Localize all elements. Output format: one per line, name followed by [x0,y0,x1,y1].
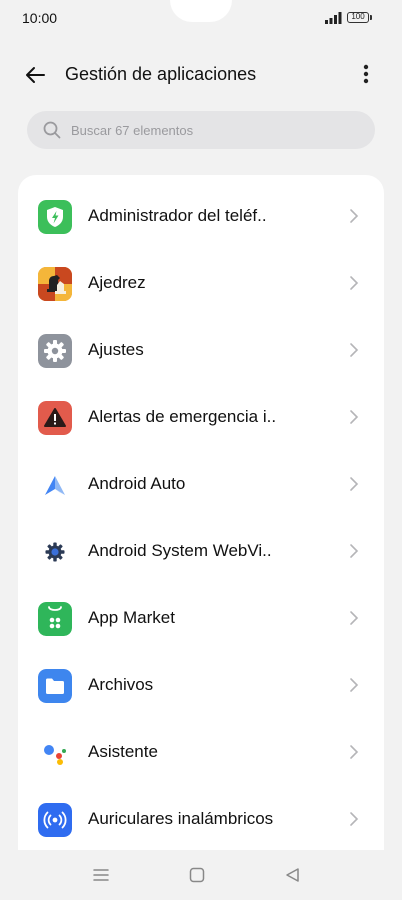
header: Gestión de aplicaciones [0,50,402,100]
chess-icon [38,267,72,301]
battery-icon: 100 [347,12,372,23]
chevron-right-icon [350,343,359,357]
search-input[interactable] [71,111,361,149]
app-label: Android System WebVi.. [88,541,272,560]
arrow-left-icon[interactable] [22,62,48,88]
app-label: Ajustes [88,340,144,359]
app-label: Archivos [88,675,154,694]
chevron-right-icon [350,209,359,223]
assistant-icon [38,736,72,770]
app-market-icon [38,602,72,636]
status-time: 10:00 [22,10,58,26]
camera-notch [170,0,232,22]
webview-gear-icon [38,535,72,569]
chevron-right-icon [350,678,359,692]
list-item-assistant[interactable]: Asistente [18,719,384,786]
list-item-phone-manager[interactable]: Administrador del teléf.. [18,183,384,250]
chevron-right-icon [350,611,359,625]
app-label: Administrador del teléf.. [88,206,267,225]
chevron-right-icon [350,477,359,491]
app-management-screen: 10:00 100 Gestión de aplicaciones Buscar… [0,0,402,900]
more-vertical-icon[interactable] [356,62,376,88]
list-item-files[interactable]: Archivos [18,652,384,719]
android-auto-icon [38,468,72,502]
app-list: Administrador del teléf.. Ajedrez Ajuste… [18,175,384,875]
search-icon [43,121,61,139]
signal-icon [325,12,342,24]
back-triangle-icon[interactable] [283,865,303,885]
app-label: Auriculares inalámbricos [88,809,274,828]
app-label: Android Auto [88,474,186,493]
list-item-chess[interactable]: Ajedrez [18,250,384,317]
chevron-right-icon [350,745,359,759]
list-item-emergency-alerts[interactable]: Alertas de emergencia i.. [18,384,384,451]
chevron-right-icon [350,410,359,424]
list-item-android-auto[interactable]: Android Auto [18,451,384,518]
list-item-webview[interactable]: Android System WebVi.. [18,518,384,585]
list-item-wireless-earbuds[interactable]: Auriculares inalámbricos [18,786,384,853]
app-label: App Market [88,608,175,627]
app-label: Alertas de emergencia i.. [88,407,277,426]
navigation-bar [0,850,402,900]
chevron-right-icon [350,544,359,558]
chevron-right-icon [350,812,359,826]
menu-icon[interactable] [91,865,111,885]
folder-icon [38,669,72,703]
app-label: Asistente [88,742,158,761]
list-item-app-market[interactable]: App Market [18,585,384,652]
emergency-alert-icon [38,401,72,435]
chevron-right-icon [350,276,359,290]
list-item-settings[interactable]: Ajustes [18,317,384,384]
wireless-earbuds-icon [38,803,72,837]
app-label: Ajedrez [88,273,146,292]
page-title: Gestión de aplicaciones [65,64,257,84]
search-bar[interactable] [27,111,375,149]
home-square-icon[interactable] [187,865,207,885]
status-bar: 10:00 100 [0,0,402,36]
phone-manager-icon [38,200,72,234]
settings-gear-icon [38,334,72,368]
